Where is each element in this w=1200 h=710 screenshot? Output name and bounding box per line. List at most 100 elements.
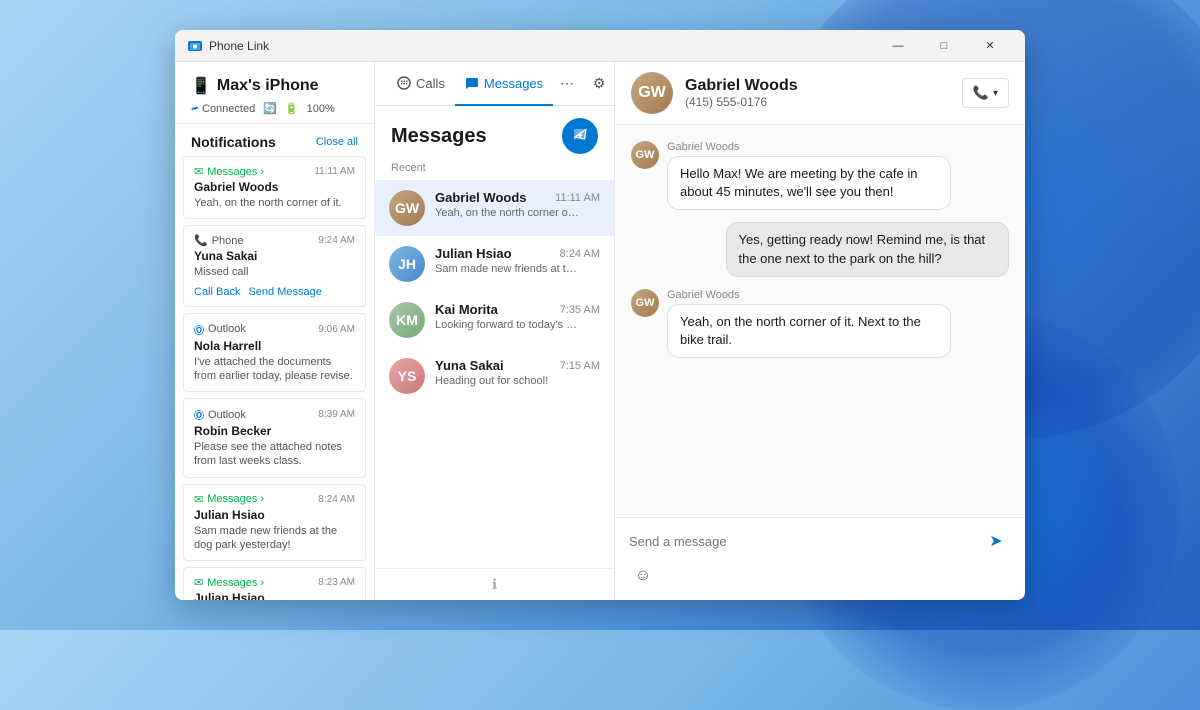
call-contact-button[interactable]: 📞 ▾ <box>962 78 1009 108</box>
chat-header-actions: 📞 ▾ <box>962 78 1009 108</box>
new-message-button[interactable] <box>562 118 598 154</box>
top-right-actions: ⋯ ⚙ <box>553 70 613 98</box>
app-window: Phone Link — □ ✕ 📱 Max's iPhone Connecte… <box>175 30 1025 600</box>
conv-name-julian: Julian Hsiao <box>435 246 512 261</box>
notif-sender-2: Yuna Sakai <box>194 249 355 263</box>
conversation-item-kai[interactable]: KM Kai Morita 7:35 AM Looking forward to… <box>375 292 614 348</box>
notif-app-outlook-1: Ⓞ Outlook <box>194 322 246 337</box>
send-button[interactable]: ➤ <box>981 526 1011 556</box>
tab-calls[interactable]: Calls <box>387 62 455 106</box>
message-row-3: GW Gabriel Woods Yeah, on the north corn… <box>631 289 1009 358</box>
notif-item[interactable]: Ⓞ Outlook 8:39 AM Robin Becker Please se… <box>183 398 366 478</box>
maximize-button[interactable]: □ <box>921 30 967 62</box>
messages-panel: Calls Messages ⋯ ⚙ Messages <box>375 62 615 600</box>
chat-header: GW Gabriel Woods (415) 555-0176 📞 ▾ <box>615 62 1025 125</box>
notifications-header: Notifications Close all <box>175 124 374 156</box>
info-icon: ℹ <box>492 576 497 593</box>
notif-header: ✉ Messages › 8:23 AM <box>194 576 355 589</box>
notif-text-2: Missed call <box>194 265 355 279</box>
conv-header-kai: Kai Morita 7:35 AM <box>435 302 600 317</box>
notif-text-5: Sam made new friends at the dog park yes… <box>194 524 355 553</box>
notif-sender-3: Nola Harrell <box>194 339 355 353</box>
conv-preview-julian: Sam made new friends at the dog park yes… <box>435 263 580 275</box>
messages-title: Messages <box>391 125 487 148</box>
conv-time-kai: 7:35 AM <box>560 304 600 316</box>
more-options-button[interactable]: ⋯ <box>553 70 581 98</box>
settings-button[interactable]: ⚙ <box>585 70 613 98</box>
messages-icon-2: ✉ <box>194 493 203 506</box>
device-name: 📱 Max's iPhone <box>191 76 358 96</box>
device-header: 📱 Max's iPhone Connected 🔄 🔋 100% <box>175 62 374 124</box>
conv-content-kai: Kai Morita 7:35 AM Looking forward to to… <box>435 302 600 331</box>
notif-text-1: Yeah, on the north corner of it. <box>194 196 355 210</box>
battery-level: 100% <box>307 103 335 115</box>
phone-icon: 📱 <box>191 76 211 96</box>
conv-content-julian: Julian Hsiao 8:24 AM Sam made new friend… <box>435 246 600 275</box>
message-input[interactable] <box>629 530 973 553</box>
avatar-gabriel: GW <box>389 190 425 226</box>
notif-app-phone: 📞 Phone <box>194 234 244 247</box>
msg-bubble-3: Yeah, on the north corner of it. Next to… <box>667 304 951 358</box>
notif-item[interactable]: 📞 Phone 9:24 AM Yuna Sakai Missed call C… <box>183 225 366 306</box>
avatar-kai: KM <box>389 302 425 338</box>
notif-sender-5: Julian Hsiao <box>194 508 355 522</box>
notif-item[interactable]: ✉ Messages › 8:23 AM Julian Hsiao Thanks… <box>183 567 366 600</box>
messages-nav-icon <box>465 76 479 90</box>
conversations-list: GW Gabriel Woods 11:11 AM Yeah, on the n… <box>375 180 614 568</box>
avatar-yuna: YS <box>389 358 425 394</box>
notifications-title: Notifications <box>191 134 276 150</box>
chat-input-icons: ☺ <box>629 560 1011 590</box>
phone-notif-icon: 📞 <box>194 234 208 247</box>
conv-content-yuna: Yuna Sakai 7:15 AM Heading out for schoo… <box>435 358 600 387</box>
chat-contact-info: Gabriel Woods (415) 555-0176 <box>685 77 950 109</box>
tab-messages[interactable]: Messages <box>455 62 553 106</box>
messages-footer: ℹ <box>375 568 614 600</box>
title-bar: Phone Link — □ ✕ <box>175 30 1025 62</box>
notif-item[interactable]: Ⓞ Outlook 9:06 AM Nola Harrell I've atta… <box>183 313 366 393</box>
nav-tabs: Calls Messages ⋯ ⚙ <box>375 62 614 106</box>
notif-sender-4: Robin Becker <box>194 424 355 438</box>
notif-item[interactable]: ✉ Messages › 8:24 AM Julian Hsiao Sam ma… <box>183 484 366 562</box>
emoji-button[interactable]: ☺ <box>629 562 657 590</box>
sync-icon: 🔄 <box>263 102 277 115</box>
calls-tab-label: Calls <box>416 76 445 91</box>
avatar-julian: JH <box>389 246 425 282</box>
compose-icon <box>572 128 588 144</box>
call-back-button[interactable]: Call Back <box>194 286 240 298</box>
battery-icon: 🔋 <box>285 102 299 115</box>
call-chevron-icon: ▾ <box>993 88 998 99</box>
send-message-button[interactable]: Send Message <box>248 286 321 298</box>
conv-header-julian: Julian Hsiao 8:24 AM <box>435 246 600 261</box>
notif-item[interactable]: ✉ Messages › 11:11 AM Gabriel Woods Yeah… <box>183 156 366 219</box>
outlook-icon-2: Ⓞ <box>194 407 204 422</box>
app-title: Phone Link <box>209 39 875 53</box>
notifications-list: ✉ Messages › 11:11 AM Gabriel Woods Yeah… <box>175 156 374 600</box>
message-row-1: GW Gabriel Woods Hello Max! We are meeti… <box>631 141 1009 210</box>
notif-time-3: 9:06 AM <box>318 324 355 335</box>
msg-content-1: Gabriel Woods Hello Max! We are meeting … <box>667 141 951 210</box>
messages-icon-3: ✉ <box>194 576 203 589</box>
notif-header: ✉ Messages › 11:11 AM <box>194 165 355 178</box>
chat-contact-name: Gabriel Woods <box>685 77 950 95</box>
messages-tab-label: Messages <box>484 76 543 91</box>
conversation-item-gabriel[interactable]: GW Gabriel Woods 11:11 AM Yeah, on the n… <box>375 180 614 236</box>
sidebar: 📱 Max's iPhone Connected 🔄 🔋 100% Notifi… <box>175 62 375 600</box>
conversation-item-julian[interactable]: JH Julian Hsiao 8:24 AM Sam made new fri… <box>375 236 614 292</box>
notif-app-messages-1: ✉ Messages › <box>194 165 264 178</box>
minimize-button[interactable]: — <box>875 30 921 62</box>
conv-name-yuna: Yuna Sakai <box>435 358 504 373</box>
app-icon <box>187 38 203 54</box>
conv-name-gabriel: Gabriel Woods <box>435 190 527 205</box>
connected-status: Connected <box>191 103 255 115</box>
notif-text-4: Please see the attached notes from last … <box>194 440 355 469</box>
msg-avatar-gabriel-1: GW <box>631 141 659 169</box>
close-button[interactable]: ✕ <box>967 30 1013 62</box>
msg-content-3: Gabriel Woods Yeah, on the north corner … <box>667 289 951 358</box>
notif-actions-2: Call Back Send Message <box>194 286 355 298</box>
window-controls: — □ ✕ <box>875 30 1013 62</box>
chat-input-row: ➤ <box>629 526 1011 556</box>
notif-header: Ⓞ Outlook 9:06 AM <box>194 322 355 337</box>
app-body: 📱 Max's iPhone Connected 🔄 🔋 100% Notifi… <box>175 62 1025 600</box>
close-all-button[interactable]: Close all <box>316 136 358 148</box>
conversation-item-yuna[interactable]: YS Yuna Sakai 7:15 AM Heading out for sc… <box>375 348 614 404</box>
